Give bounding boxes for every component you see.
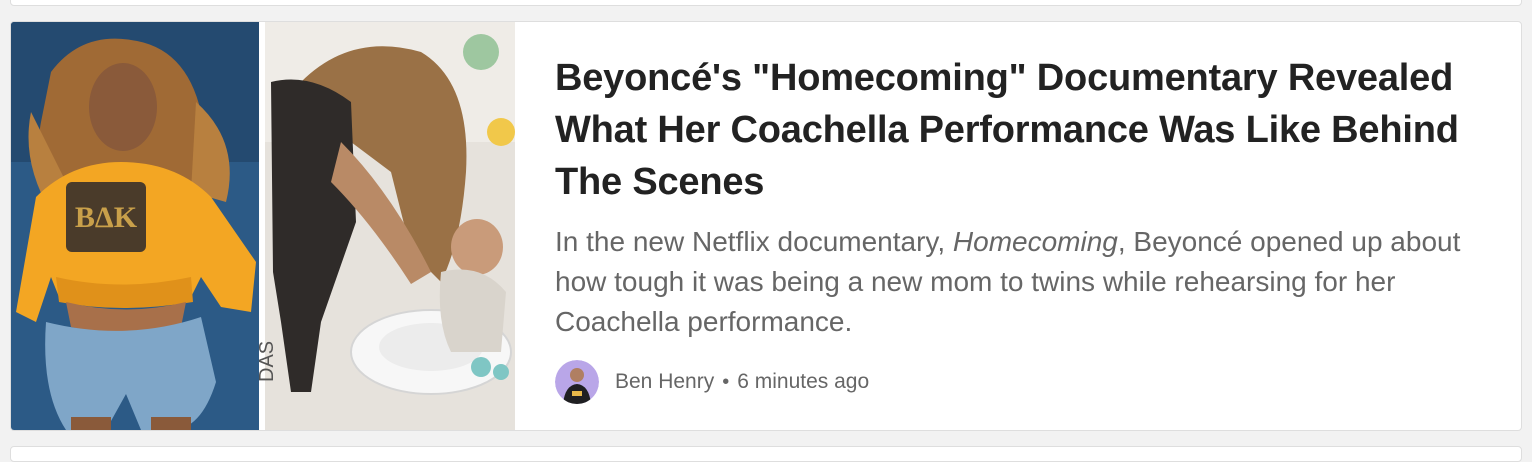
- svg-text:BΔK: BΔK: [75, 201, 138, 234]
- article-card[interactable]: BΔK DAS Beyoncé's "Homecoming" Documenta…: [10, 21, 1522, 431]
- article-thumbnail[interactable]: BΔK DAS: [11, 22, 515, 430]
- previous-card-edge: [10, 0, 1522, 6]
- svg-text:DAS: DAS: [256, 341, 278, 382]
- article-content: Beyoncé's "Homecoming" Documentary Revea…: [555, 52, 1485, 404]
- article-headline[interactable]: Beyoncé's "Homecoming" Documentary Revea…: [555, 52, 1485, 208]
- publish-timestamp: 6 minutes ago: [737, 370, 870, 393]
- article-description: In the new Netflix documentary, Homecomi…: [555, 222, 1465, 342]
- description-italic-title: Homecoming: [952, 226, 1118, 257]
- author-name[interactable]: Ben Henry: [615, 370, 714, 394]
- byline-separator: •: [722, 370, 730, 393]
- mother-baby-photo: DAS: [256, 22, 515, 430]
- next-card-edge: [10, 446, 1522, 462]
- description-text-before: In the new Netflix documentary,: [555, 226, 953, 257]
- author-avatar[interactable]: [555, 360, 599, 404]
- byline: Ben Henry • 6 minutes ago: [555, 360, 1485, 404]
- performer-photo: BΔK: [11, 22, 259, 430]
- article-headline-link[interactable]: Beyoncé's "Homecoming" Documentary Revea…: [555, 57, 1459, 203]
